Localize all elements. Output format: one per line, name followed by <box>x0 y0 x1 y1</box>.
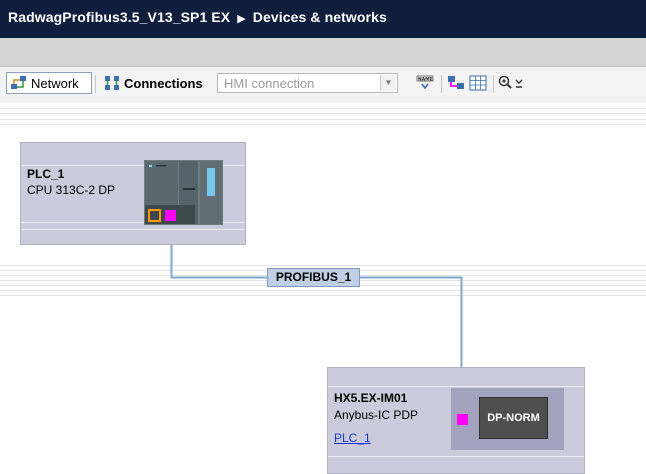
plc-type: CPU 313C-2 DP <box>27 183 116 197</box>
box-stripe <box>328 456 584 457</box>
box-stripe <box>328 386 584 387</box>
hx5-device[interactable]: HX5.EX-IM01 Anybus-IC PDP PLC_1 DP-NORM <box>327 367 585 474</box>
profibus-line <box>170 222 463 389</box>
hx5-type: Anybus-IC PDP <box>334 408 419 422</box>
connection-type-select[interactable]: HMI connection ▼ <box>217 73 398 93</box>
connection-type-value: HMI connection <box>224 76 315 91</box>
assigned-master-link[interactable]: PLC_1 <box>334 431 371 445</box>
connections-label: Connections <box>124 75 203 91</box>
network-toolbar: Network Connections HMI connection ▼ NAM… <box>0 67 646 103</box>
hx5-name[interactable]: HX5.EX-IM01 <box>334 391 407 405</box>
project-name: RadwagProfibus3.5_V13_SP1 EX <box>8 9 231 25</box>
network-view-button[interactable]: Network <box>6 72 92 94</box>
section-name: Devices & networks <box>252 9 387 25</box>
profibus-port-icon[interactable] <box>165 210 176 221</box>
plc-device[interactable]: PLC_1 CPU 313C-2 DP <box>20 142 246 245</box>
network-canvas[interactable]: PLC_1 CPU 313C-2 DP PROFIBUS_1 HX5.EX-IM… <box>0 103 646 474</box>
plc-name[interactable]: PLC_1 <box>27 167 64 181</box>
connections-button[interactable]: Connections <box>101 72 213 94</box>
network-label: Network <box>31 75 79 91</box>
names-icon[interactable]: NAME <box>416 75 434 91</box>
network-icon <box>11 76 26 89</box>
profibus-port-icon[interactable] <box>457 414 468 425</box>
breadcrumb-separator-icon: ▶ <box>237 13 246 25</box>
toolbar-divider <box>441 75 442 93</box>
svg-text:NAME: NAME <box>418 76 433 82</box>
connections-icon <box>105 76 119 90</box>
box-stripe <box>21 229 245 230</box>
dp-norm-badge: DP-NORM <box>479 397 548 439</box>
editor-title-bar: RadwagProfibus3.5_V13_SP1 EX ▶ Devices & n… <box>0 0 646 38</box>
dropdown-arrow-icon[interactable]: ▼ <box>380 75 396 91</box>
mpi-port-icon[interactable] <box>148 209 161 222</box>
highlight-icon[interactable] <box>447 75 465 91</box>
toolbar-divider <box>95 75 96 93</box>
hx5-module: DP-NORM <box>451 388 564 450</box>
profibus-network-label[interactable]: PROFIBUS_1 <box>267 268 360 287</box>
zoom-icon[interactable] <box>498 75 528 91</box>
view-tab-strip <box>0 38 646 67</box>
grid-icon[interactable] <box>469 75 487 91</box>
toolbar-divider <box>493 75 494 93</box>
